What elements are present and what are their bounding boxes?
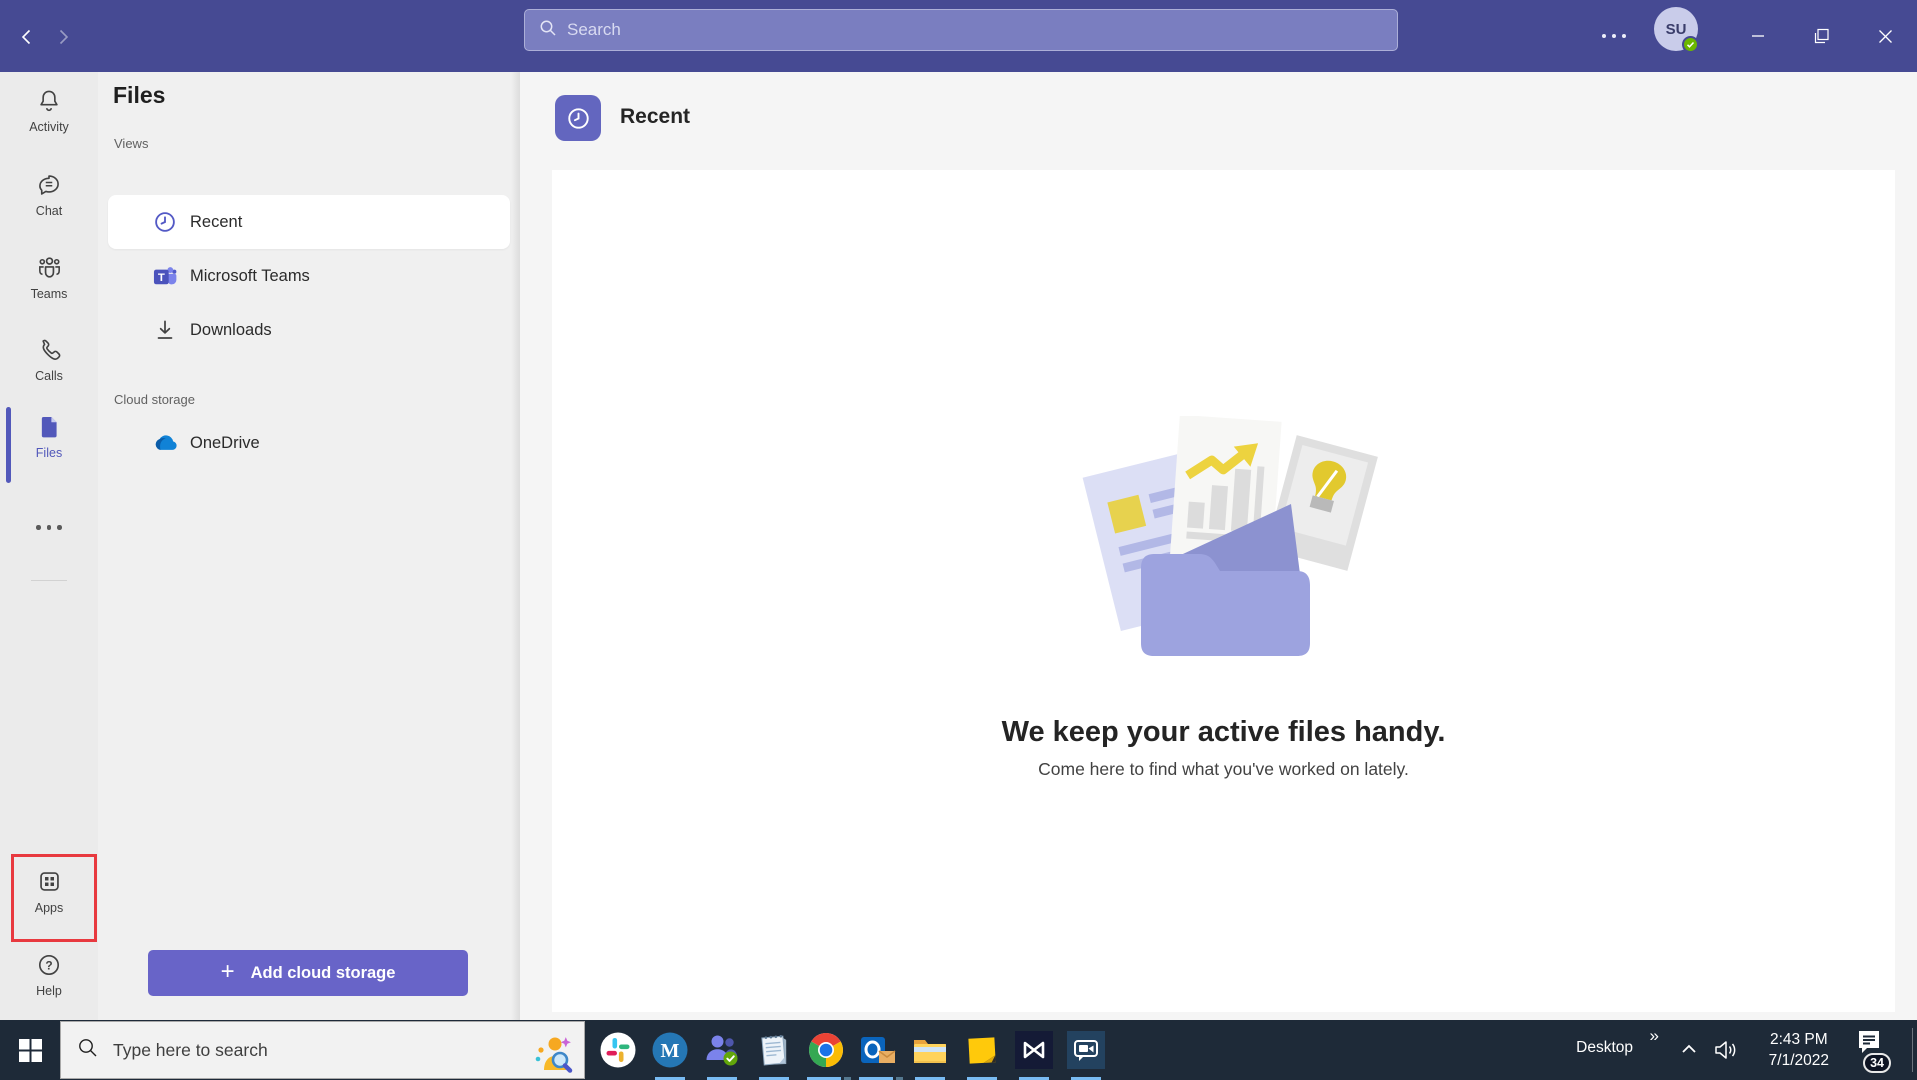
view-item-microsoft-teams[interactable]: T Microsoft Teams (108, 249, 510, 303)
page-title: Recent (620, 105, 690, 129)
help-icon: ? (36, 952, 62, 981)
search-icon (77, 1037, 99, 1064)
people-icon (36, 254, 63, 284)
cloud-storage-section-label: Cloud storage (114, 392, 195, 407)
phone-icon (36, 337, 62, 366)
taskbar-app-mural[interactable] (1008, 1020, 1060, 1080)
more-apps-icon[interactable] (0, 525, 98, 530)
time: 2:43 PM (1769, 1029, 1829, 1050)
taskbar-app-video-chat[interactable] (1060, 1020, 1112, 1080)
presence-available-icon (1682, 36, 1699, 53)
start-button[interactable] (0, 1020, 60, 1080)
teams-search-bar[interactable] (524, 9, 1398, 51)
sidebar-item-files[interactable]: Files (0, 414, 98, 460)
app-rail: Activity Chat Teams Calls Files Apps (0, 72, 98, 1020)
plus-icon: + (221, 960, 235, 984)
view-item-downloads[interactable]: Downloads (108, 303, 510, 357)
sidebar-item-activity[interactable]: Activity (0, 88, 98, 134)
taskbar-search-box[interactable] (60, 1021, 585, 1079)
apps-grid-icon (36, 868, 63, 898)
download-icon (152, 317, 178, 343)
minimize-button[interactable] (1735, 0, 1781, 72)
rail-divider (31, 580, 67, 581)
views-section-label: Views (114, 136, 148, 151)
recent-files-card: We keep your active files handy. Come he… (552, 170, 1895, 1012)
title-bar: SU (0, 0, 1917, 72)
search-input[interactable] (567, 20, 1327, 40)
bell-icon (36, 88, 62, 117)
chat-bubble-icon (36, 172, 62, 201)
sidebar-item-teams[interactable]: Teams (0, 254, 98, 301)
search-highlights-icon[interactable] (528, 1029, 574, 1080)
date: 7/1/2022 (1769, 1050, 1829, 1071)
files-panel: Files Views Recent T Microsoft Teams Dow… (98, 72, 520, 1020)
teams-logo-icon: T (152, 263, 178, 289)
onedrive-icon (152, 430, 178, 456)
taskbar-app-outlook[interactable] (852, 1020, 904, 1080)
sidebar-item-calls[interactable]: Calls (0, 337, 98, 383)
empty-state-subtitle: Come here to find what you've worked on … (1038, 759, 1409, 780)
file-icon (36, 414, 62, 443)
empty-state-title: We keep your active files handy. (1002, 716, 1446, 749)
svg-text:T: T (158, 272, 165, 284)
empty-files-illustration (1059, 416, 1389, 660)
notification-count-badge: 34 (1863, 1053, 1891, 1073)
view-item-recent[interactable]: Recent (108, 195, 510, 249)
svg-text:M: M (661, 1040, 680, 1062)
taskbar-app-chrome[interactable] (800, 1020, 852, 1080)
taskbar-app-notepad[interactable] (748, 1020, 800, 1080)
pinned-apps: M (592, 1020, 1112, 1080)
back-icon[interactable] (12, 22, 42, 52)
close-button[interactable] (1862, 0, 1908, 72)
sidebar-item-chat[interactable]: Chat (0, 172, 98, 218)
clock-icon (152, 209, 178, 235)
restore-button[interactable] (1799, 0, 1845, 72)
recent-header-icon (555, 95, 601, 141)
show-hidden-icons-chevron[interactable] (1679, 1040, 1699, 1063)
sidebar-item-help[interactable]: ? Help (0, 952, 98, 998)
svg-text:?: ? (45, 958, 52, 972)
cloud-item-onedrive[interactable]: OneDrive (108, 416, 510, 470)
taskbar-app-slack[interactable] (592, 1020, 644, 1080)
desktop-toolbar-label[interactable]: Desktop (1576, 1039, 1633, 1057)
forward-icon[interactable] (48, 22, 78, 52)
taskbar-search-input[interactable] (113, 1040, 443, 1061)
windows-taskbar: M (0, 1020, 1917, 1080)
search-icon (539, 19, 557, 42)
clock[interactable]: 2:43 PM 7/1/2022 (1769, 1029, 1829, 1071)
more-options-icon[interactable] (1602, 34, 1626, 38)
taskbar-app-m-circle[interactable]: M (644, 1020, 696, 1080)
panel-title: Files (113, 82, 165, 109)
show-desktop-strip[interactable] (1912, 1028, 1913, 1072)
main-content: Recent (520, 72, 1917, 1020)
volume-icon[interactable] (1713, 1039, 1739, 1066)
notification-center-icon[interactable]: 34 (1855, 1027, 1887, 1073)
sidebar-item-apps[interactable]: Apps (0, 868, 98, 915)
add-cloud-storage-button[interactable]: + Add cloud storage (148, 950, 468, 996)
taskbar-app-microsoft-teams[interactable] (696, 1020, 748, 1080)
taskbar-app-file-explorer[interactable] (904, 1020, 956, 1080)
taskbar-app-sticky-notes[interactable] (956, 1020, 1008, 1080)
toolbar-expand-icon[interactable]: » (1650, 1026, 1659, 1046)
